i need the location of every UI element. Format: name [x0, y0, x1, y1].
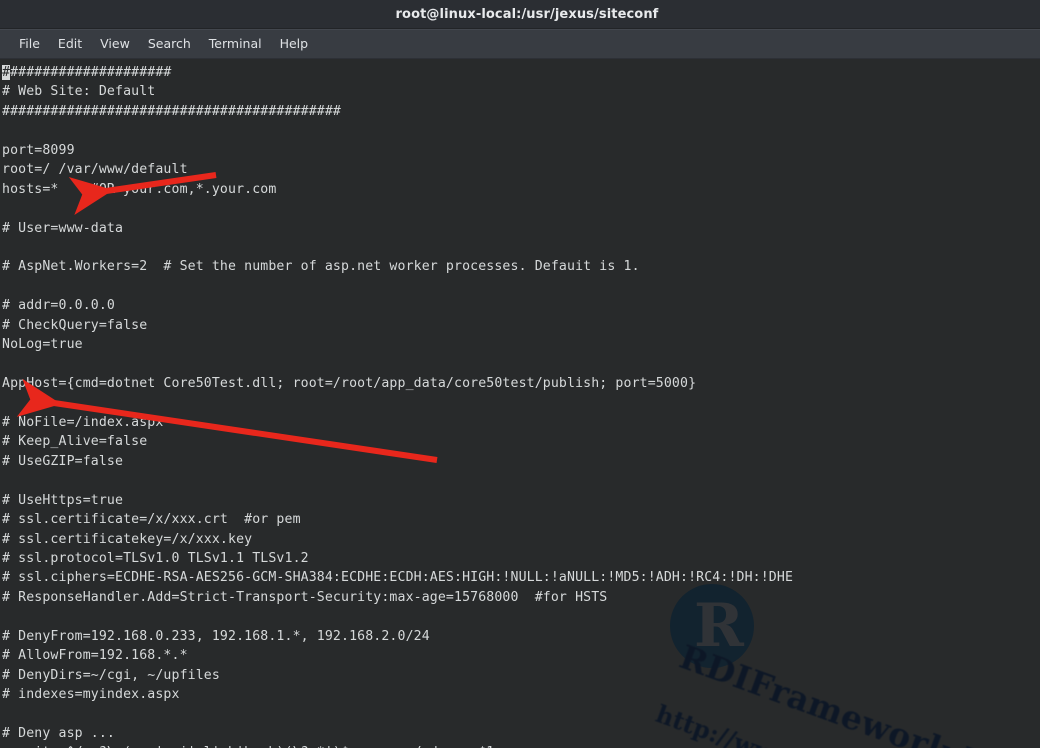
terminal-line: rewrite=^/.+?\.(asp|cgi|pl|sh|bash)(\?.*… [2, 743, 1040, 748]
terminal-line: # ssl.protocol=TLSv1.0 TLSv1.1 TLSv1.2 [2, 550, 309, 566]
menu-item-view[interactable]: View [91, 33, 139, 54]
terminal-line: # Web Site: Default [2, 84, 156, 100]
terminal-line: # addr=0.0.0.0 [2, 298, 116, 314]
terminal-line: # ssl.certificate=/x/xxx.crt #or pem [2, 512, 301, 528]
menu-item-help[interactable]: Help [271, 33, 318, 54]
terminal-line: # AllowFrom=192.168.*.* [2, 648, 188, 664]
terminal-line: # Deny asp ... [2, 725, 116, 741]
terminal-line: NoLog=true [2, 337, 83, 353]
menu-item-search[interactable]: Search [139, 33, 200, 54]
terminal-line: # DenyDirs=~/cgi, ~/upfiles [2, 667, 220, 683]
terminal-line: hosts=* #OR your.com,*.your.com [2, 181, 277, 197]
window-title: root@linux-local:/usr/jexus/siteconf [395, 6, 659, 22]
terminal-line: ########################################… [2, 103, 342, 119]
terminal-line: # ssl.certificatekey=/x/xxx.key [2, 531, 253, 547]
terminal-line: root=/ /var/www/default [2, 162, 188, 178]
terminal-line: AppHost={cmd=dotnet Core50Test.dll; root… [2, 376, 697, 391]
terminal-line: # ssl.ciphers=ECDHE-RSA-AES256-GCM-SHA38… [2, 570, 794, 586]
menu-item-terminal[interactable]: Terminal [200, 33, 271, 54]
terminal-line: ##################### [2, 65, 172, 80]
terminal-window: root@linux-local:/usr/jexus/siteconf Fil… [0, 0, 1040, 748]
terminal-line: # CheckQuery=false [2, 317, 148, 333]
menubar: File Edit View Search Terminal Help [0, 29, 1040, 59]
terminal-body[interactable]: R RDIFramework.NET http://www.rdiframewo… [0, 59, 1040, 748]
window-titlebar: root@linux-local:/usr/jexus/siteconf [0, 0, 1040, 29]
menu-item-file[interactable]: File [10, 33, 49, 54]
terminal-line: # AspNet.Workers=2 # Set the number of a… [2, 259, 640, 275]
terminal-line: # DenyFrom=192.168.0.233, 192.168.1.*, 1… [2, 628, 430, 644]
text-cursor: # [2, 65, 11, 80]
terminal-line: # User=www-data [2, 220, 124, 236]
terminal-line: # Keep_Alive=false [2, 434, 148, 450]
menu-item-edit[interactable]: Edit [49, 33, 91, 54]
terminal-line: # NoFile=/index.aspx [2, 414, 164, 430]
terminal-line: # UseHttps=true [2, 492, 124, 508]
terminal-text: ##################### # Web Site: Default… [2, 63, 1040, 748]
terminal-line: port=8099 [2, 142, 75, 158]
terminal-line: # UseGZIP=false [2, 453, 124, 469]
terminal-line: # ResponseHandler.Add=Strict-Transport-S… [2, 589, 608, 605]
terminal-line: # indexes=myindex.aspx [2, 687, 180, 702]
